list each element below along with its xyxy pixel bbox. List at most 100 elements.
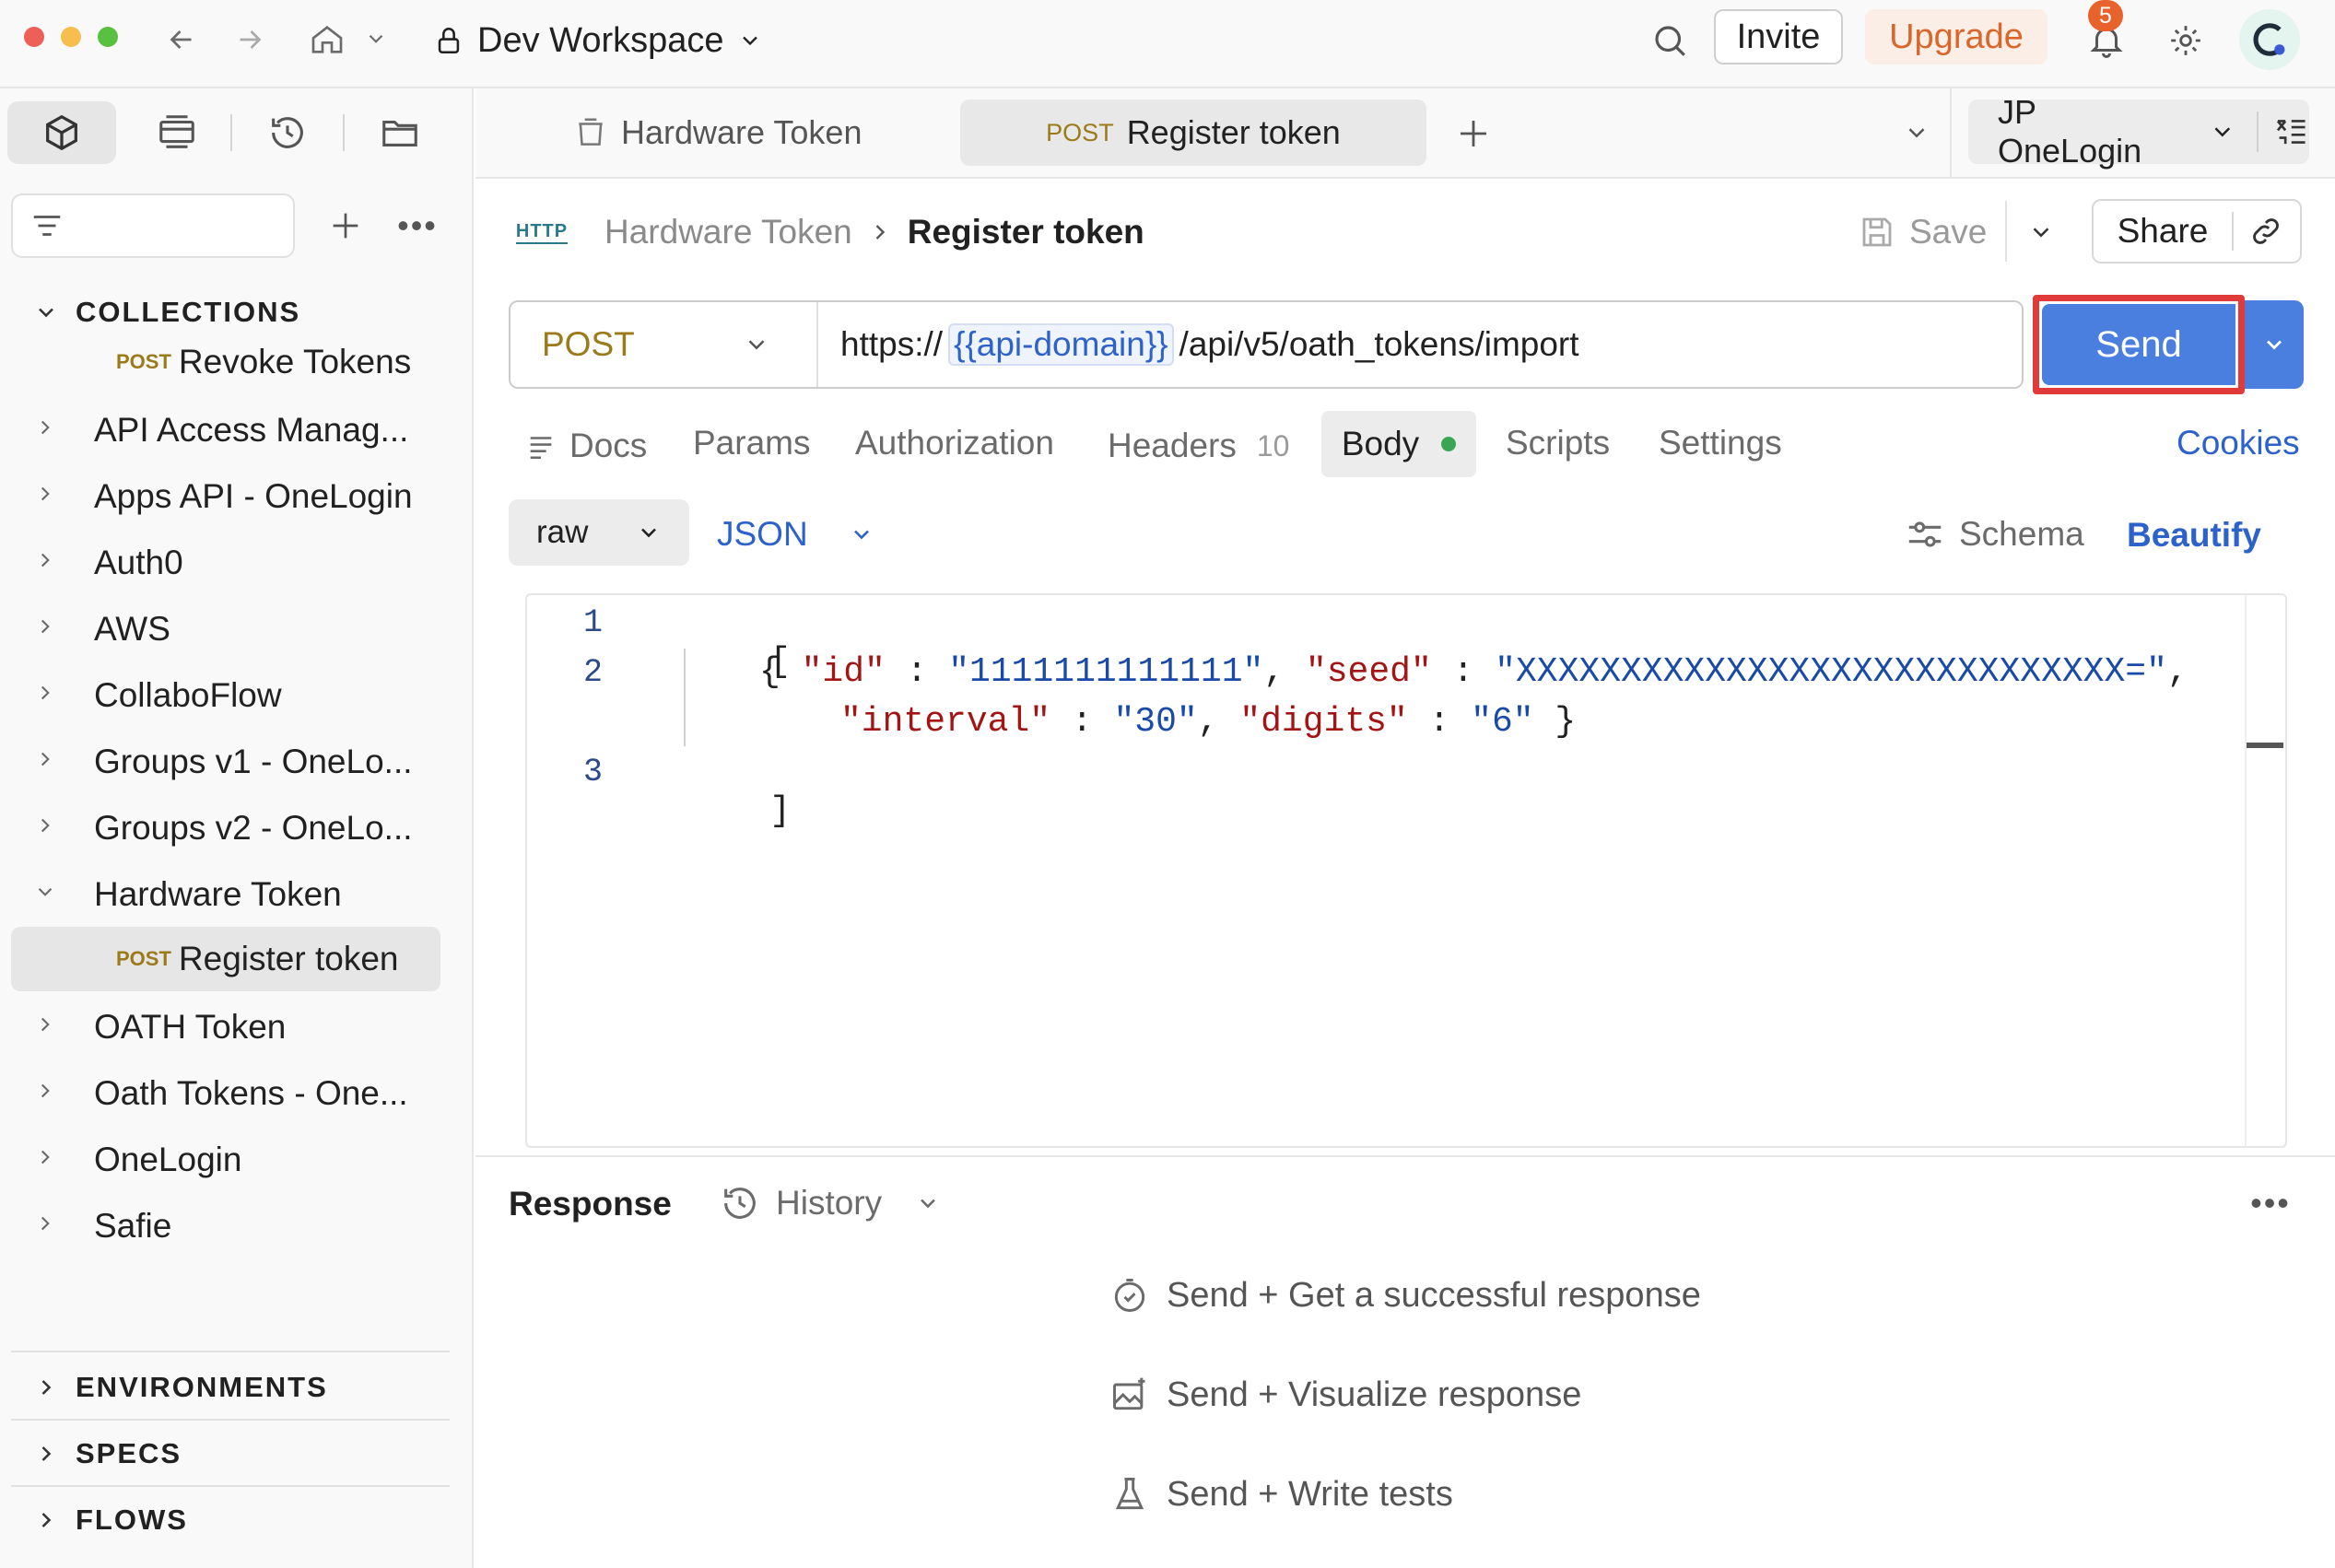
breadcrumb-current[interactable]: Register token bbox=[908, 213, 1144, 252]
tab-headers[interactable]: Headers 10 bbox=[1108, 418, 1289, 474]
code-line-2-wrap: "interval" : "30", "digits" : "6" } bbox=[840, 702, 1576, 742]
tab-docs[interactable]: Docs bbox=[525, 418, 647, 474]
sidebar-collection-onelogin[interactable]: OneLogin bbox=[0, 1131, 461, 1188]
sidebar-collection-aws[interactable]: AWS bbox=[0, 601, 461, 658]
environment-selector[interactable]: JP OneLogin bbox=[1968, 93, 2310, 170]
flask-icon bbox=[1115, 1478, 1144, 1510]
environments-section-header[interactable]: ENVIRONMENTS bbox=[33, 1358, 328, 1417]
add-icon[interactable] bbox=[319, 199, 372, 252]
chevron-right-icon bbox=[33, 1211, 98, 1242]
sidebar-collection-auth0[interactable]: Auth0 bbox=[0, 534, 461, 591]
minimize-window-button[interactable] bbox=[61, 27, 81, 47]
sidebar-collection-safie[interactable]: Safie bbox=[0, 1198, 461, 1255]
url-variable[interactable]: {{api-domain}} bbox=[948, 323, 1174, 366]
folder-icon bbox=[382, 120, 417, 146]
http-request-icon: HTTP bbox=[515, 209, 569, 255]
scroll-position-marker[interactable] bbox=[2247, 743, 2283, 748]
environment-quick-look-icon[interactable] bbox=[2273, 113, 2310, 150]
option-label: Send + Get a successful response bbox=[1167, 1275, 1701, 1315]
sidebar-request-revoke-tokens[interactable]: POST Revoke Tokens bbox=[0, 333, 461, 391]
body-format-select[interactable]: JSON bbox=[717, 507, 874, 562]
link-icon[interactable] bbox=[2248, 214, 2283, 249]
tab-hardware-token[interactable]: Hardware Token bbox=[573, 99, 868, 166]
files-tab[interactable] bbox=[363, 101, 437, 164]
forward-arrow-icon[interactable] bbox=[227, 17, 273, 63]
save-options-chevron-down-icon[interactable] bbox=[2018, 212, 2064, 252]
tab-list-chevron-down-icon[interactable] bbox=[1896, 112, 1937, 153]
new-tab-plus-icon[interactable] bbox=[1447, 107, 1500, 160]
sidebar-collection-hardware-token[interactable]: Hardware Token bbox=[0, 866, 461, 923]
back-arrow-icon[interactable] bbox=[158, 17, 205, 63]
collections-section-header[interactable]: COLLECTIONS bbox=[33, 289, 300, 335]
tab-params[interactable]: Params bbox=[693, 424, 810, 462]
avatar[interactable] bbox=[2239, 9, 2300, 70]
close-window-button[interactable] bbox=[24, 27, 44, 47]
send-write-tests-option[interactable]: Send + Write tests bbox=[1109, 1474, 1453, 1515]
method-select[interactable]: POST bbox=[510, 302, 818, 387]
environments-label: ENVIRONMENTS bbox=[76, 1371, 328, 1403]
sidebar-collection-groups-v1-onelo[interactable]: Groups v1 - OneLo... bbox=[0, 733, 461, 790]
code-line-2: { "id" : "1111111111111", "seed" : "XXXX… bbox=[759, 652, 2188, 692]
code-token: , bbox=[2166, 652, 2188, 692]
json-key-digits: "digits" bbox=[1239, 702, 1408, 742]
body-code-editor[interactable]: 1 2 3 [ { "id" : "1111111111111", "seed"… bbox=[525, 593, 2287, 1148]
beautify-button[interactable]: Beautify bbox=[2127, 516, 2261, 555]
sidebar-item-label: Oath Tokens - One... bbox=[94, 1074, 408, 1112]
environments-tab[interactable] bbox=[140, 101, 214, 164]
code-token: { bbox=[759, 652, 802, 692]
url-path: /api/v5/oath_tokens/import bbox=[1179, 325, 1579, 363]
tab-authorization[interactable]: Authorization bbox=[855, 424, 1054, 462]
flows-section-header[interactable]: FLOWS bbox=[33, 1491, 188, 1550]
docs-lines-icon bbox=[530, 437, 552, 460]
share-button[interactable]: Share bbox=[2094, 212, 2232, 251]
home-icon[interactable] bbox=[302, 15, 352, 64]
home-menu-chevron-down-icon[interactable] bbox=[358, 20, 394, 57]
tab-settings[interactable]: Settings bbox=[1659, 424, 1782, 462]
send-button[interactable]: Send bbox=[2042, 304, 2235, 385]
url-input[interactable]: https:// {{api-domain}} /api/v5/oath_tok… bbox=[840, 302, 1579, 387]
send-get-successful-response-option[interactable]: Send + Get a successful response bbox=[1109, 1275, 1701, 1316]
response-more-options-icon[interactable]: ••• bbox=[2243, 1179, 2298, 1227]
sidebar-collection-collaboflow[interactable]: CollaboFlow bbox=[0, 667, 461, 724]
sidebar-collection-oath-token[interactable]: OATH Token bbox=[0, 999, 461, 1056]
response-history-dropdown[interactable]: History bbox=[719, 1176, 941, 1231]
sidebar-collection-api-access-manag[interactable]: API Access Manag... bbox=[0, 402, 461, 459]
sidebar-collection-oath-tokens-one[interactable]: Oath Tokens - One... bbox=[0, 1065, 461, 1122]
more-options-icon[interactable]: ••• bbox=[391, 199, 444, 252]
sidebar-collection-groups-v2-onelo[interactable]: Groups v2 - OneLo... bbox=[0, 800, 461, 857]
chevron-right-icon bbox=[41, 1380, 52, 1395]
sidebar-request-register-token[interactable]: POST Register token bbox=[11, 927, 440, 991]
search-icon[interactable] bbox=[1644, 15, 1696, 66]
tab-scripts[interactable]: Scripts bbox=[1506, 424, 1610, 462]
history-tab[interactable] bbox=[251, 101, 324, 164]
collections-tab[interactable] bbox=[7, 101, 116, 164]
divider bbox=[11, 1351, 450, 1352]
breadcrumb-parent[interactable]: Hardware Token bbox=[604, 213, 852, 252]
send-visualize-response-option[interactable]: Send + Visualize response bbox=[1109, 1375, 1581, 1415]
workspace-switcher[interactable]: Dev Workspace bbox=[433, 13, 763, 68]
divider bbox=[11, 1485, 450, 1487]
body-mode-select[interactable]: raw bbox=[509, 499, 689, 566]
tab-method-badge: POST bbox=[1046, 118, 1114, 146]
chevron-right-icon bbox=[875, 225, 885, 240]
tab-register-token[interactable]: POST Register token bbox=[960, 99, 1426, 166]
gear-icon[interactable] bbox=[2160, 15, 2212, 66]
collection-overview-icon bbox=[579, 118, 603, 146]
tab-body[interactable]: Body bbox=[1321, 411, 1476, 477]
specs-section-header[interactable]: SPECS bbox=[33, 1424, 182, 1483]
code-token: , bbox=[1263, 652, 1306, 692]
zoom-window-button[interactable] bbox=[98, 27, 118, 47]
cookies-link[interactable]: Cookies bbox=[2177, 424, 2300, 462]
sidebar-item-label: OATH Token bbox=[94, 1008, 287, 1046]
sidebar-collection-apps-api-onelogin[interactable]: Apps API - OneLogin bbox=[0, 468, 461, 525]
schema-button[interactable]: Schema bbox=[1904, 507, 2084, 562]
save-button[interactable]: Save bbox=[1858, 203, 1987, 262]
tab-docs-label: Docs bbox=[569, 427, 648, 464]
method-value: POST bbox=[542, 325, 635, 363]
method-badge: POST bbox=[116, 350, 171, 373]
invite-button[interactable]: Invite bbox=[1714, 9, 1843, 64]
send-options-button[interactable] bbox=[2245, 300, 2304, 389]
filter-input[interactable] bbox=[11, 193, 295, 258]
upgrade-button[interactable]: Upgrade bbox=[1865, 9, 2048, 64]
sliders-icon bbox=[1908, 521, 1942, 547]
